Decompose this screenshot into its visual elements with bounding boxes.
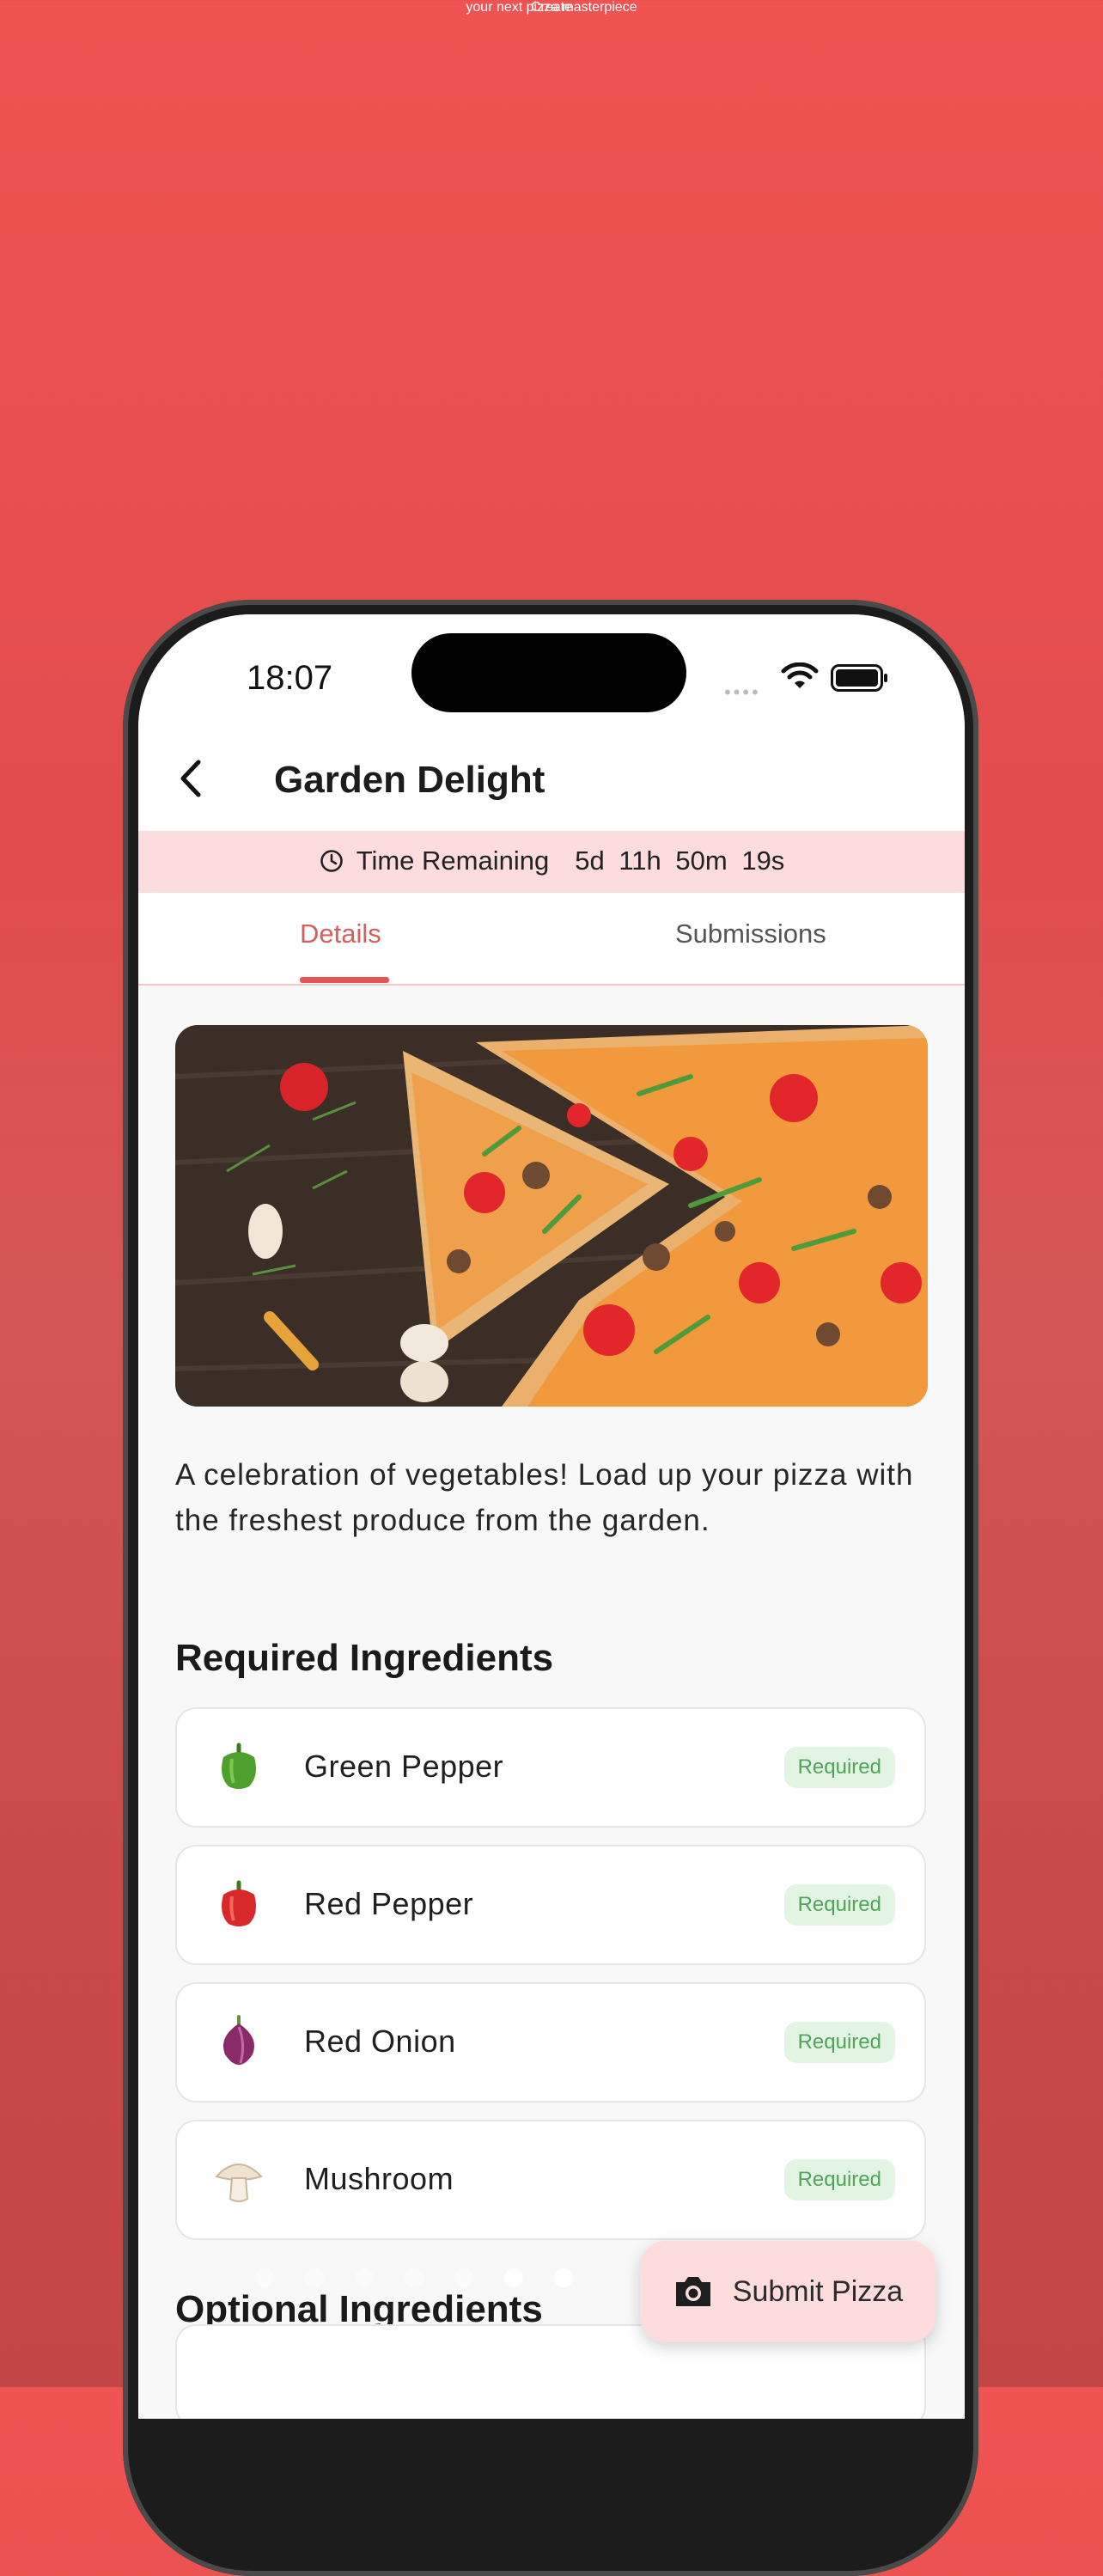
page-dot[interactable] — [355, 2268, 374, 2287]
dynamic-island — [411, 633, 686, 712]
status-bar: 18:07 •••• — [138, 614, 965, 726]
signal-icon: •••• — [724, 681, 761, 703]
tab-submissions[interactable]: Submissions — [675, 919, 826, 949]
page-dot[interactable] — [305, 2268, 324, 2287]
red-onion-icon — [223, 2015, 254, 2065]
red-pepper-icon — [222, 1880, 256, 1926]
battery-icon — [831, 664, 887, 692]
ingredient-name: Mushroom — [304, 2161, 454, 2196]
promo-subtitle: your next pizza masterpiece — [466, 0, 637, 15]
page-title: Garden Delight — [274, 759, 545, 801]
pizza-hero-image — [175, 1025, 928, 1407]
back-arrow-icon[interactable] — [173, 757, 210, 800]
status-time: 18:07 — [247, 659, 333, 697]
mushroom-icon — [215, 2164, 263, 2202]
required-badge: Required — [783, 1747, 895, 1788]
camera-icon — [675, 2277, 710, 2306]
page-indicator — [255, 2268, 573, 2287]
countdown-banner: Time Remaining 5d 11h 50m 19s — [138, 831, 965, 893]
countdown-days: 5d — [575, 845, 605, 876]
page-dot[interactable] — [554, 2268, 573, 2287]
ingredient-name: Red Onion — [304, 2024, 456, 2059]
active-tab-indicator — [300, 977, 389, 983]
clock-icon — [320, 850, 343, 872]
tab-details[interactable]: Details — [300, 919, 381, 949]
required-ingredients-title: Required Ingredients — [175, 1637, 554, 1679]
ingredient-card: Mushroom Required — [175, 2120, 926, 2240]
navigation-bar: Garden Delight — [138, 726, 965, 831]
wifi-icon — [781, 662, 819, 688]
page-dot[interactable] — [405, 2268, 424, 2287]
app-screen: 18:07 •••• Garden Delight Time Remaining — [138, 614, 965, 2419]
countdown-seconds: 19s — [741, 845, 785, 876]
page-dot[interactable] — [454, 2268, 473, 2287]
challenge-description: A celebration of vegetables! Load up you… — [175, 1458, 914, 1537]
ingredient-card: Red Pepper Required — [175, 1845, 926, 1965]
page-dot[interactable] — [255, 2268, 274, 2287]
ingredient-card: Green Pepper Required — [175, 1707, 926, 1828]
countdown-label: Time Remaining — [356, 845, 550, 876]
countdown-hours: 11h — [619, 845, 661, 876]
ingredient-name: Green Pepper — [304, 1749, 504, 1784]
required-badge: Required — [783, 2022, 895, 2063]
tab-bar: Details Submissions — [138, 893, 965, 986]
required-badge: Required — [783, 2159, 895, 2201]
ingredient-name: Red Pepper — [304, 1886, 474, 1921]
submit-pizza-button[interactable]: Submit Pizza — [640, 2241, 935, 2342]
countdown-minutes: 50m — [675, 845, 728, 876]
ingredient-card: Red Onion Required — [175, 1982, 926, 2103]
page-dot-active[interactable] — [504, 2268, 523, 2287]
submit-pizza-label: Submit Pizza — [732, 2274, 904, 2308]
required-badge: Required — [783, 1884, 895, 1926]
green-pepper-icon — [222, 1743, 256, 1789]
